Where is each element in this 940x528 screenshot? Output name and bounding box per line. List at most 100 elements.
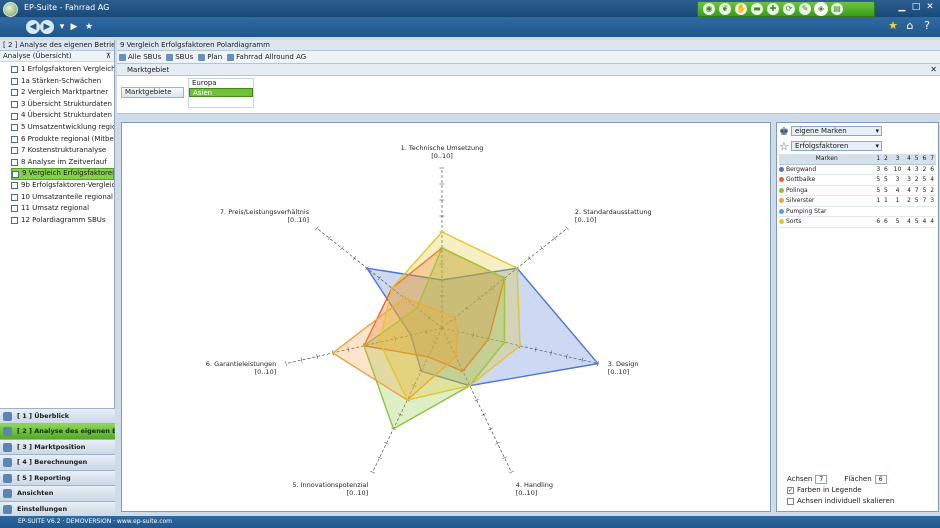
value-cell: 2 xyxy=(912,174,921,186)
marken-select-row: ♚ eigene Marken ▾ xyxy=(777,125,938,138)
tree-item[interactable]: 9b Erfolgsfaktoren-Vergleich xyxy=(11,180,114,192)
tree-item-label: 5 Umsatzentwicklung regional xyxy=(21,122,114,131)
tree-item[interactable]: 8 Analyse im Zeitverlauf xyxy=(11,157,114,169)
table-row[interactable]: Pumping Star xyxy=(779,206,936,217)
marken-dropdown-label: eigene Marken xyxy=(795,127,847,135)
analysis-tree: 1 Erfolgsfaktoren Vergleich 1a Stärken-Sc… xyxy=(0,62,114,226)
tree-item[interactable]: 6 Produkte regional (Mitbewerber) xyxy=(11,134,114,146)
table-row[interactable]: Sorts 6 6 5 4 5 4 4 xyxy=(779,216,936,228)
leaf-icon[interactable]: ❦ xyxy=(719,3,731,15)
series-color-icon xyxy=(779,198,784,204)
status-bar: EP-SUITE V6.2 · DEMOVERSION · www.ep-sui… xyxy=(0,516,940,528)
module-icon xyxy=(3,504,12,514)
book-icon[interactable]: ▤ xyxy=(831,3,843,15)
value-cell: 3 xyxy=(928,195,936,207)
brand-name: Bergwand xyxy=(786,165,817,173)
series-color-icon xyxy=(779,208,784,214)
tree-item[interactable]: 4 Übersicht Strukturdaten xyxy=(11,110,114,122)
sbu-tab-label: Plan xyxy=(207,53,223,61)
flaechen-input[interactable] xyxy=(874,475,887,484)
minimize-icon[interactable]: ▁ xyxy=(896,2,908,12)
faktoren-dropdown[interactable]: Erfolgsfaktoren ▾ xyxy=(791,141,882,151)
sbu-tab[interactable]: Plan xyxy=(198,53,222,61)
money-icon[interactable]: ▬ xyxy=(751,3,763,15)
tree-item[interactable]: 1 Erfolgsfaktoren Vergleich xyxy=(11,64,114,76)
nav-button[interactable]: [ 1 ] Überblick xyxy=(0,407,115,423)
close-icon[interactable]: ✕ xyxy=(924,2,936,12)
table-row[interactable]: Polinga 5 5 4 4 7 5 2 xyxy=(779,185,936,196)
axis-tick xyxy=(552,236,557,241)
home-icon[interactable]: ⌂ xyxy=(903,19,917,32)
axis-tick xyxy=(285,361,287,367)
back-icon[interactable]: ◀ xyxy=(26,20,40,34)
module-icon xyxy=(3,442,12,452)
nav-button[interactable]: Einstellungen xyxy=(0,500,115,516)
module-icon xyxy=(3,411,12,421)
nav-button[interactable]: Ansichten xyxy=(0,485,115,501)
nav-button-label: [ 5 ] Reporting xyxy=(17,473,71,482)
refresh-icon[interactable]: ⟳ xyxy=(783,3,795,15)
colors-legend-checkbox[interactable]: ✓ xyxy=(787,487,794,494)
forward-icon[interactable]: ▶ xyxy=(40,20,54,34)
table-row[interactable]: Gottbaike 5 5 3 3 2 5 4 xyxy=(779,174,936,186)
close-filter-icon[interactable]: ✕ xyxy=(930,64,937,75)
sbu-tab-label: Fahrrad Allround AG xyxy=(236,53,307,61)
chart-module-icon[interactable]: ◈ xyxy=(815,3,827,15)
tree-item[interactable]: 12 Polardiagramm SBUs xyxy=(11,215,114,227)
value-cell: 6 xyxy=(874,216,883,228)
maximize-icon[interactable]: □ xyxy=(910,2,922,12)
marken-dropdown[interactable]: eigene Marken ▾ xyxy=(791,126,882,136)
pin-icon[interactable]: ⊼ xyxy=(106,51,111,61)
value-cell: 5 xyxy=(874,185,883,196)
value-cell: 6 xyxy=(882,164,890,175)
region-item[interactable]: Asien xyxy=(189,88,253,97)
tools-icon[interactable]: ✎ xyxy=(799,3,811,15)
column-header: 2 xyxy=(882,154,890,165)
axis-tick xyxy=(509,470,514,474)
scale-axes-checkbox[interactable] xyxy=(787,498,794,505)
column-header: 7 xyxy=(928,154,936,165)
star-icon[interactable]: ★ xyxy=(886,19,900,32)
axis-range-label: [0..10] xyxy=(287,216,309,224)
favorite-icon[interactable]: ★ xyxy=(82,20,96,34)
axis-tick xyxy=(370,470,375,474)
region-item[interactable]: Europa xyxy=(189,79,253,88)
puzzle-icon[interactable]: ✚ xyxy=(767,3,779,15)
hand-icon[interactable]: ✋ xyxy=(735,3,747,15)
nav-button[interactable]: [ 3 ] Marktposition xyxy=(0,438,115,454)
tree-item[interactable]: 2 Vergleich Marktpartner xyxy=(11,87,114,99)
globe-icon[interactable]: ◉ xyxy=(703,3,715,15)
chevron-down-icon: ▾ xyxy=(875,127,879,135)
tree-item-label: 4 Übersicht Strukturdaten xyxy=(21,111,112,120)
tree-item[interactable]: 10 Umsatzanteile regional xyxy=(11,192,114,204)
star-outline-icon: ☆ xyxy=(779,140,789,153)
tree-item[interactable]: 1a Stärken-Schwächen xyxy=(11,76,114,88)
tree-item[interactable]: 9 Vergleich Erfolgsfaktoren xyxy=(11,168,114,180)
sbu-tab[interactable]: Alle SBUs xyxy=(119,53,161,61)
nav-button[interactable]: [ 4 ] Berechnungen xyxy=(0,454,115,470)
tree-item[interactable]: 5 Umsatzentwicklung regional xyxy=(11,122,114,134)
axis-tick xyxy=(384,442,389,445)
tree-item[interactable]: 3 Übersicht Strukturdaten xyxy=(11,99,114,111)
tree-item-label: 9b Erfolgsfaktoren-Vergleich xyxy=(21,180,114,189)
table-row[interactable]: Bergwand 3 6 10 4 3 2 6 xyxy=(779,164,936,175)
table-row[interactable]: Silverster 1 1 1 2 5 7 3 xyxy=(779,195,936,207)
tree-root[interactable]: Analyse (Übersicht) ⊼ xyxy=(0,51,114,62)
nav-button-label: Ansichten xyxy=(17,489,54,497)
sbu-tab[interactable]: Fahrrad Allround AG xyxy=(227,53,306,61)
tab-icon xyxy=(198,53,206,61)
help-icon[interactable]: ? xyxy=(920,19,934,32)
tree-item[interactable]: 11 Umsatz regional xyxy=(11,203,114,215)
tree-item-label: 7 Kostenstrukturanalyse xyxy=(21,146,107,155)
nav-button[interactable]: [ 5 ] Reporting xyxy=(0,469,115,485)
main-toolbar: ◀ ▶ ▾ ▶ ★ ★ ⌂ ? xyxy=(0,17,940,37)
sbu-tab-label: Alle SBUs xyxy=(128,53,162,61)
achsen-input[interactable] xyxy=(815,475,828,484)
tree-item[interactable]: 7 Kostenstrukturanalyse xyxy=(11,145,114,157)
marktgebiete-chevron[interactable]: Marktgebiete xyxy=(121,87,184,98)
sbu-tab[interactable]: SBUs xyxy=(166,53,193,61)
report-icon xyxy=(11,217,18,225)
nav-button[interactable]: [ 2 ] Analyse des eigenen Betriebs xyxy=(0,423,115,439)
faktoren-select-row: ☆ Erfolgsfaktoren ▾ xyxy=(777,140,938,153)
play-icon[interactable]: ▶ xyxy=(67,20,81,34)
